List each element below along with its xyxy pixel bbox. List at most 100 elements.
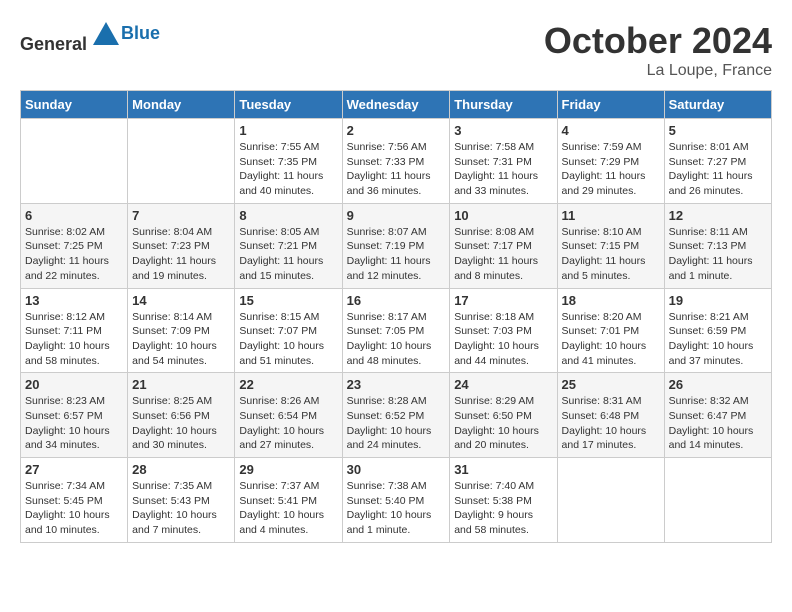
calendar-cell: 13Sunrise: 8:12 AMSunset: 7:11 PMDayligh… [21,288,128,373]
calendar-cell: 15 Sunrise: 8:15 AMSunset: 7:07 PMDayligh… [235,288,342,373]
day-info: Sunrise: 7:37 AMSunset: 5:41 PMDaylight:… [239,479,337,538]
day-number: 1 [239,123,337,138]
day-number: 16 [347,293,446,308]
day-info: Sunrise: 7:55 AMSunset: 7:35 PMDaylight:… [239,140,337,199]
day-info: Sunrise: 8:10 AMSunset: 7:15 PMDaylight:… [562,225,660,284]
day-number: 6 [25,208,123,223]
day-info: Sunrise: 8:26 AMSunset: 6:54 PMDaylight:… [239,394,337,453]
logo-blue: Blue [121,23,160,43]
day-info: Sunrise: 8:07 AMSunset: 7:19 PMDaylight:… [347,225,446,284]
calendar-cell: 9 Sunrise: 8:07 AMSunset: 7:19 PMDaylight… [342,203,450,288]
calendar-cell: 23 Sunrise: 8:28 AMSunset: 6:52 PMDayligh… [342,373,450,458]
day-number: 15 [239,293,337,308]
calendar-cell: 31Sunrise: 7:40 AMSunset: 5:38 PMDayligh… [450,458,557,543]
calendar-cell: 21Sunrise: 8:25 AMSunset: 6:56 PMDayligh… [128,373,235,458]
calendar-cell: 19Sunrise: 8:21 AMSunset: 6:59 PMDayligh… [664,288,771,373]
day-number: 12 [669,208,767,223]
day-number: 23 [347,377,446,392]
calendar-cell: 6Sunrise: 8:02 AMSunset: 7:25 PMDaylight… [21,203,128,288]
calendar-cell: 12 Sunrise: 8:11 AMSunset: 7:13 PMDayligh… [664,203,771,288]
calendar-cell: 1 Sunrise: 7:55 AMSunset: 7:35 PMDaylight… [235,119,342,204]
day-number: 3 [454,123,552,138]
day-info: Sunrise: 8:15 AMSunset: 7:07 PMDaylight:… [239,310,337,369]
day-info: Sunrise: 8:32 AMSunset: 6:47 PMDaylight:… [669,394,767,453]
day-number: 27 [25,462,123,477]
day-number: 10 [454,208,552,223]
calendar-cell: 4 Sunrise: 7:59 AMSunset: 7:29 PMDaylight… [557,119,664,204]
day-info: Sunrise: 8:28 AMSunset: 6:52 PMDaylight:… [347,394,446,453]
day-number: 18 [562,293,660,308]
day-info: Sunrise: 7:38 AMSunset: 5:40 PMDaylight:… [347,479,446,538]
day-info: Sunrise: 7:40 AMSunset: 5:38 PMDaylight:… [454,479,552,538]
day-info: Sunrise: 8:17 AMSunset: 7:05 PMDaylight:… [347,310,446,369]
calendar-cell [21,119,128,204]
calendar-week-row: 6Sunrise: 8:02 AMSunset: 7:25 PMDaylight… [21,203,772,288]
day-number: 29 [239,462,337,477]
day-header-monday: Monday [128,91,235,119]
day-info: Sunrise: 7:59 AMSunset: 7:29 PMDaylight:… [562,140,660,199]
calendar-cell: 2Sunrise: 7:56 AMSunset: 7:33 PMDaylight… [342,119,450,204]
day-info: Sunrise: 7:35 AMSunset: 5:43 PMDaylight:… [132,479,230,538]
calendar-cell: 22 Sunrise: 8:26 AMSunset: 6:54 PMDayligh… [235,373,342,458]
calendar-cell: 28 Sunrise: 7:35 AMSunset: 5:43 PMDayligh… [128,458,235,543]
day-info: Sunrise: 8:01 AMSunset: 7:27 PMDaylight:… [669,140,767,199]
calendar-cell [557,458,664,543]
day-number: 9 [347,208,446,223]
day-info: Sunrise: 8:11 AMSunset: 7:13 PMDaylight:… [669,225,767,284]
day-number: 17 [454,293,552,308]
calendar-cell: 10Sunrise: 8:08 AMSunset: 7:17 PMDayligh… [450,203,557,288]
calendar-cell: 27 Sunrise: 7:34 AMSunset: 5:45 PMDayligh… [21,458,128,543]
day-number: 13 [25,293,123,308]
calendar-cell: 17 Sunrise: 8:18 AMSunset: 7:03 PMDayligh… [450,288,557,373]
calendar-cell: 5 Sunrise: 8:01 AMSunset: 7:27 PMDaylight… [664,119,771,204]
day-info: Sunrise: 8:20 AMSunset: 7:01 PMDaylight:… [562,310,660,369]
calendar-body: 1 Sunrise: 7:55 AMSunset: 7:35 PMDaylight… [21,119,772,543]
calendar-cell: 18 Sunrise: 8:20 AMSunset: 7:01 PMDayligh… [557,288,664,373]
day-info: Sunrise: 8:29 AMSunset: 6:50 PMDaylight:… [454,394,552,453]
calendar-cell: 26 Sunrise: 8:32 AMSunset: 6:47 PMDayligh… [664,373,771,458]
day-header-wednesday: Wednesday [342,91,450,119]
day-header-friday: Friday [557,91,664,119]
calendar-week-row: 13Sunrise: 8:12 AMSunset: 7:11 PMDayligh… [21,288,772,373]
day-info: Sunrise: 7:34 AMSunset: 5:45 PMDaylight:… [25,479,123,538]
day-number: 5 [669,123,767,138]
day-info: Sunrise: 8:21 AMSunset: 6:59 PMDaylight:… [669,310,767,369]
day-number: 28 [132,462,230,477]
day-info: Sunrise: 8:04 AMSunset: 7:23 PMDaylight:… [132,225,230,284]
calendar-cell: 8Sunrise: 8:05 AMSunset: 7:21 PMDaylight… [235,203,342,288]
calendar-table: SundayMondayTuesdayWednesdayThursdayFrid… [20,90,772,543]
day-number: 21 [132,377,230,392]
day-header-sunday: Sunday [21,91,128,119]
calendar-header-row: SundayMondayTuesdayWednesdayThursdayFrid… [21,91,772,119]
calendar-cell: 25Sunrise: 8:31 AMSunset: 6:48 PMDayligh… [557,373,664,458]
day-number: 24 [454,377,552,392]
day-info: Sunrise: 8:23 AMSunset: 6:57 PMDaylight:… [25,394,123,453]
location-title: La Loupe, France [544,62,772,80]
day-number: 8 [239,208,337,223]
day-info: Sunrise: 8:18 AMSunset: 7:03 PMDaylight:… [454,310,552,369]
day-number: 11 [562,208,660,223]
logo-icon [91,20,121,50]
calendar-week-row: 1 Sunrise: 7:55 AMSunset: 7:35 PMDaylight… [21,119,772,204]
day-number: 22 [239,377,337,392]
day-number: 26 [669,377,767,392]
day-header-saturday: Saturday [664,91,771,119]
day-number: 7 [132,208,230,223]
calendar-cell: 29 Sunrise: 7:37 AMSunset: 5:41 PMDayligh… [235,458,342,543]
header: General Blue October 2024 La Loupe, Fran… [20,20,772,80]
calendar-cell [128,119,235,204]
month-title: October 2024 [544,20,772,62]
calendar-cell: 14Sunrise: 8:14 AMSunset: 7:09 PMDayligh… [128,288,235,373]
calendar-cell [664,458,771,543]
day-info: Sunrise: 8:31 AMSunset: 6:48 PMDaylight:… [562,394,660,453]
day-number: 14 [132,293,230,308]
day-number: 4 [562,123,660,138]
calendar-cell: 20Sunrise: 8:23 AMSunset: 6:57 PMDayligh… [21,373,128,458]
calendar-cell: 7 Sunrise: 8:04 AMSunset: 7:23 PMDaylight… [128,203,235,288]
calendar-cell: 24 Sunrise: 8:29 AMSunset: 6:50 PMDayligh… [450,373,557,458]
day-info: Sunrise: 7:56 AMSunset: 7:33 PMDaylight:… [347,140,446,199]
calendar-cell: 30Sunrise: 7:38 AMSunset: 5:40 PMDayligh… [342,458,450,543]
calendar-week-row: 20Sunrise: 8:23 AMSunset: 6:57 PMDayligh… [21,373,772,458]
day-header-thursday: Thursday [450,91,557,119]
title-section: October 2024 La Loupe, France [544,20,772,80]
